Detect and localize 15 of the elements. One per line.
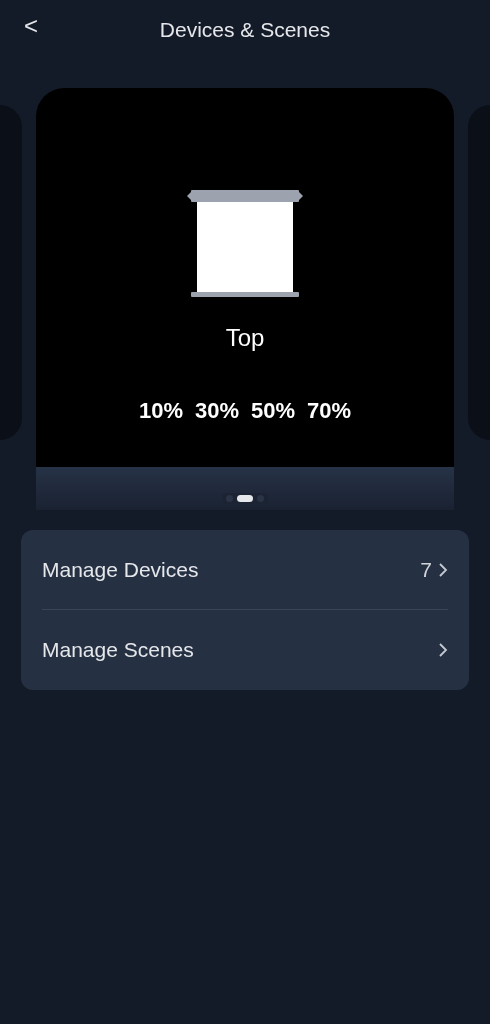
menu-label: Manage Scenes <box>42 637 195 664</box>
page-title: Devices & Scenes <box>159 17 331 44</box>
menu-item[interactable]: Manage Scenes <box>42 610 448 690</box>
menu-item[interactable]: Manage Devices 7 <box>42 530 448 610</box>
menu-label: Manage Devices <box>42 556 200 583</box>
preset-button[interactable]: 30% <box>194 394 239 427</box>
item-count: 7 <box>420 556 432 583</box>
preset-button[interactable]: 10% <box>138 394 183 427</box>
chevron-right-icon <box>438 642 448 658</box>
back-button[interactable]: < <box>20 14 42 38</box>
preset-button[interactable]: 50% <box>251 394 296 427</box>
preset-button[interactable]: 70% <box>307 394 352 427</box>
scene-label: Top <box>225 323 265 353</box>
chevron-right-icon <box>438 561 448 578</box>
scene-card[interactable]: Top 10% 30% 50% 70% <box>36 88 454 510</box>
